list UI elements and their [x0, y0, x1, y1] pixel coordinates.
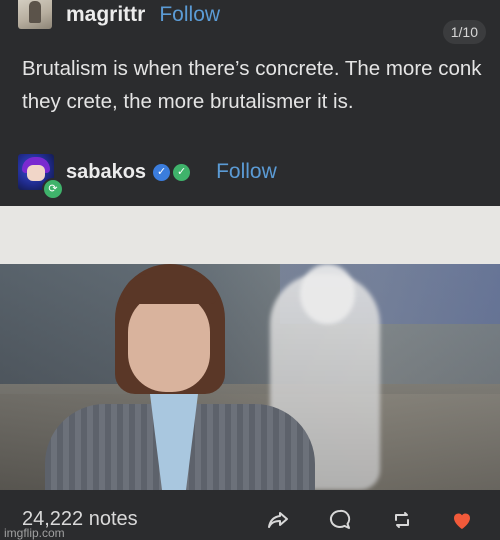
avatar[interactable]: ⟳	[18, 154, 64, 200]
verified-badge-icon: ✓	[153, 163, 171, 181]
post-header: magrittr Follow	[18, 0, 220, 36]
avatar-face	[27, 165, 45, 181]
username[interactable]: magrittr	[66, 3, 145, 27]
image-person	[45, 264, 315, 490]
person-bangs	[123, 274, 217, 304]
share-icon[interactable]	[266, 508, 290, 532]
person-face	[128, 292, 210, 392]
avatar-figure	[29, 1, 41, 23]
follow-button[interactable]: Follow	[216, 160, 277, 184]
like-heart-icon[interactable]	[450, 508, 474, 532]
image-counter: 1/10	[442, 20, 486, 44]
post-text: Brutalism is when there’s concrete. The …	[22, 57, 482, 113]
tumblr-post: magrittr Follow 1/10 Brutalism is when t…	[0, 0, 500, 540]
speech-bubble	[0, 206, 500, 264]
reblog-username[interactable]: sabakos	[66, 161, 146, 184]
reblog-badge-icon: ⟳	[42, 178, 64, 200]
avatar[interactable]	[18, 0, 52, 29]
follow-button[interactable]: Follow	[159, 3, 220, 27]
comment-icon[interactable]	[328, 508, 352, 532]
reblog-header: ⟳ sabakos ✓ ✓ Follow	[18, 150, 277, 200]
post-footer: 24,222 notes imgflip.com	[0, 490, 500, 540]
reblog-icon[interactable]	[390, 508, 414, 532]
post-image[interactable]	[0, 264, 500, 490]
green-check-badge-icon: ✓	[173, 163, 191, 181]
watermark: imgflip.com	[4, 526, 65, 540]
